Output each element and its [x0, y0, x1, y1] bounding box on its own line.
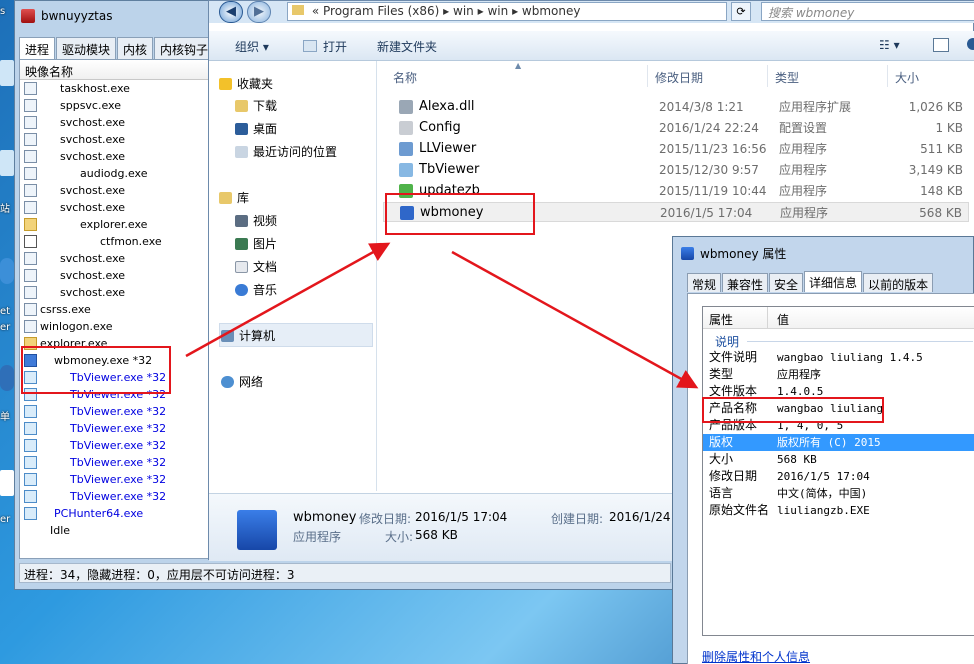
- annotation-arrows: [185, 242, 699, 389]
- arrow-process-to-file: [185, 242, 391, 358]
- arrow-file-to-properties: [451, 250, 699, 389]
